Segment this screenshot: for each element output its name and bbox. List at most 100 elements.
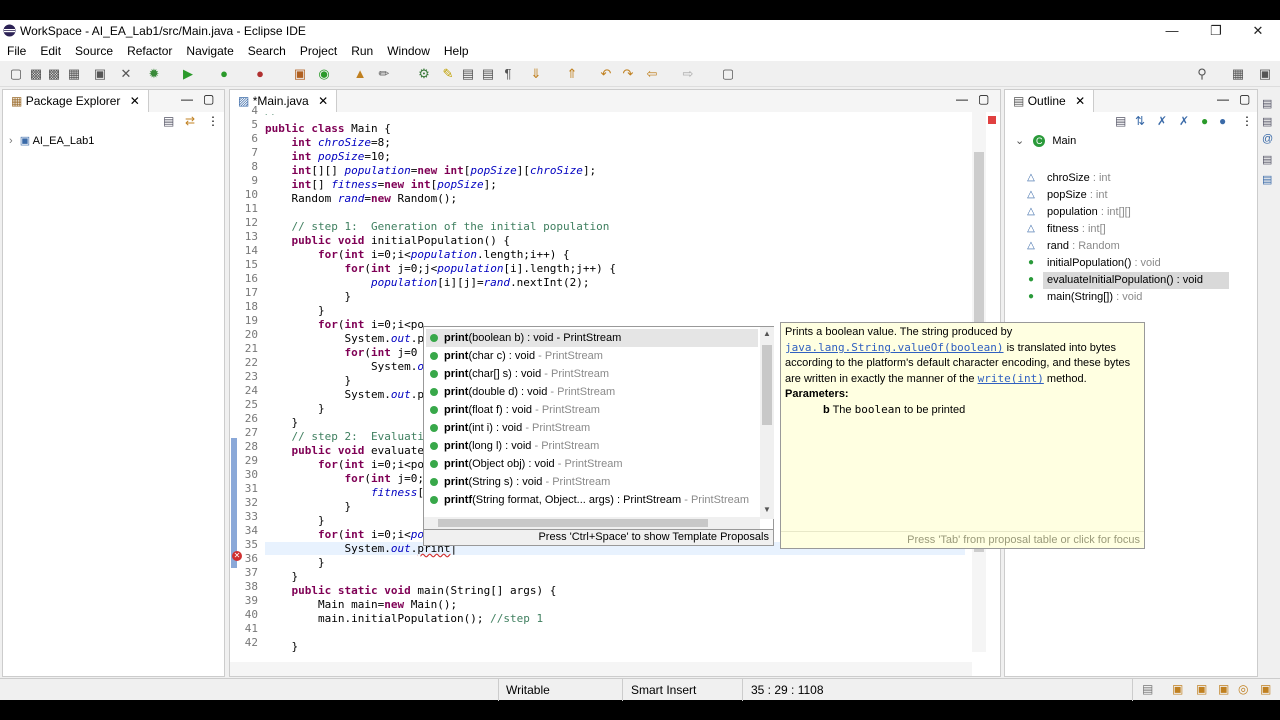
minimize-button[interactable]: — [1150, 20, 1194, 42]
tasks-icon[interactable]: ▤ [1262, 173, 1272, 186]
status-insert-mode[interactable]: Smart Insert [631, 683, 696, 697]
scrollbar-thumb[interactable] [762, 345, 772, 425]
menu-navigate[interactable]: Navigate [179, 42, 240, 58]
proposal-item[interactable]: print(long l) : void - PrintStream [430, 437, 599, 455]
open-perspective-icon[interactable]: ▦ [1230, 66, 1246, 82]
print-icon[interactable]: ▦ [66, 66, 82, 82]
save-icon[interactable]: ▩ [28, 66, 44, 82]
scrollbar-thumb[interactable] [438, 519, 708, 527]
maximize-view-icon[interactable]: ▢ [978, 92, 989, 106]
block-selection-icon[interactable]: ▤ [460, 66, 476, 82]
tab-outline[interactable]: ▤ Outline ✕ [1005, 90, 1095, 112]
proposal-item[interactable]: print(char[] s) : void - PrintStream [430, 365, 609, 383]
outline-class-item[interactable]: ⌄ C Main [1015, 134, 1076, 147]
menu-edit[interactable]: Edit [33, 42, 68, 58]
proposal-item[interactable]: print(int i) : void - PrintStream [430, 419, 590, 437]
error-overview-marker[interactable] [988, 116, 996, 124]
last-edit-icon[interactable]: ↶ [598, 66, 614, 82]
proposal-list[interactable]: print(boolean b) : void - PrintStream pr… [424, 327, 760, 509]
external-tools-icon[interactable]: ● [252, 66, 268, 82]
next-annotation-icon[interactable]: ⇓ [528, 66, 544, 82]
coverage-icon[interactable]: ● [216, 66, 232, 82]
problems-icon[interactable]: ▤ [1262, 97, 1272, 110]
proposal-item[interactable]: print(float f) : void - PrintStream [430, 401, 600, 419]
view-menu-icon[interactable]: ⋮ [1241, 114, 1253, 128]
skip-breakpoints-icon[interactable]: ✕ [118, 66, 134, 82]
javadoc-hover[interactable]: Prints a boolean value. The string produ… [780, 322, 1145, 549]
outline-field-chrosize[interactable]: △ chroSize : int [1027, 170, 1110, 187]
close-icon[interactable]: ✕ [1075, 94, 1085, 108]
run-icon[interactable]: ▶ [180, 66, 196, 82]
terminal-icon[interactable]: ▣ [92, 66, 108, 82]
hide-fields-icon[interactable]: ✗ [1157, 114, 1167, 128]
outline-field-rand[interactable]: △ rand : Random [1027, 238, 1120, 255]
horizontal-scrollbar[interactable] [230, 662, 972, 676]
outline-field-popsize[interactable]: △ popSize : int [1027, 187, 1107, 204]
close-icon[interactable]: ✕ [318, 94, 328, 108]
scroll-up-icon[interactable]: ▲ [763, 329, 771, 338]
menu-run[interactable]: Run [344, 42, 380, 58]
hide-local-types-icon[interactable]: ● [1219, 114, 1226, 128]
folder-icon[interactable]: ▣ [1196, 682, 1207, 696]
menu-help[interactable]: Help [437, 42, 476, 58]
minimize-view-icon[interactable]: — [1217, 92, 1229, 106]
outline-method-main[interactable]: ● main(String[]) : void [1028, 289, 1142, 306]
outline-field-population[interactable]: △ population : int[][] [1027, 204, 1131, 221]
menu-refactor[interactable]: Refactor [120, 42, 179, 58]
collapse-all-icon[interactable]: ▤ [1115, 114, 1126, 128]
view-menu-icon[interactable]: ⋮ [207, 114, 219, 128]
minimize-view-icon[interactable]: — [956, 92, 968, 106]
chevron-down-icon[interactable]: ⌄ [1015, 135, 1024, 147]
collapse-all-icon[interactable]: ▤ [163, 114, 174, 128]
proposal-item[interactable]: print(Object obj) : void - PrintStream [430, 455, 623, 473]
minimize-view-icon[interactable]: — [181, 92, 193, 106]
folder-icon[interactable]: ▣ [1172, 682, 1183, 696]
debug-icon[interactable]: ✹ [146, 66, 162, 82]
close-icon[interactable]: ✕ [130, 94, 140, 108]
word-wrap-icon[interactable]: ▤ [480, 66, 496, 82]
maximize-view-icon[interactable]: ▢ [203, 92, 214, 106]
chevron-right-icon[interactable]: › [9, 135, 13, 147]
last-edit-forward-icon[interactable]: ↷ [620, 66, 636, 82]
new-icon[interactable]: ▢ [8, 66, 24, 82]
forward-icon[interactable]: ⇨ [680, 66, 696, 82]
proposal-item[interactable]: print(char c) : void - PrintStream [430, 347, 603, 365]
proposal-hscrollbar[interactable] [424, 517, 760, 529]
declaration-icon[interactable]: @ [1262, 133, 1273, 145]
hide-nonpublic-icon[interactable]: ● [1201, 114, 1208, 128]
new-class-icon[interactable]: ◉ [316, 66, 332, 82]
back-icon[interactable]: ⇦ [644, 66, 660, 82]
link-editor-icon[interactable]: ⇄ [185, 114, 195, 128]
proposal-item[interactable]: printf(String format, Object... args) : … [430, 491, 749, 509]
new-java-project-icon[interactable]: ▣ [292, 66, 308, 82]
console-icon[interactable]: ▤ [1262, 153, 1272, 166]
hide-static-icon[interactable]: ✗ [1179, 114, 1189, 128]
search-icon[interactable]: ⚲ [1194, 66, 1210, 82]
scroll-down-icon[interactable]: ▼ [763, 505, 771, 514]
proposal-item[interactable]: print(String s) : void - PrintStream [430, 473, 610, 491]
previous-annotation-icon[interactable]: ⇑ [564, 66, 580, 82]
updates-icon[interactable]: ▣ [1260, 682, 1271, 696]
outline-method-initialpopulation[interactable]: ● initialPopulation() : void [1028, 255, 1161, 272]
folder-icon[interactable]: ▣ [1218, 682, 1229, 696]
menu-window[interactable]: Window [380, 42, 437, 58]
outline-field-fitness[interactable]: △ fitness : int[] [1027, 221, 1106, 238]
javadoc-link[interactable]: java.lang.String.valueOf(boolean) [785, 341, 1004, 354]
javadoc-icon[interactable]: ▤ [1262, 115, 1272, 128]
close-window-button[interactable]: ✕ [1236, 20, 1280, 42]
project-tree-item[interactable]: › ▣ AI_EA_Lab1 [9, 134, 94, 147]
save-all-icon[interactable]: ▩ [46, 66, 62, 82]
open-type-icon[interactable]: ▲ [352, 66, 368, 82]
java-perspective-icon[interactable]: ▣ [1257, 66, 1273, 82]
proposal-item[interactable]: print(boolean b) : void - PrintStream [426, 329, 758, 347]
show-whitespace-icon[interactable]: ¶ [500, 66, 516, 82]
help-icon[interactable]: ◎ [1238, 682, 1248, 696]
sort-icon[interactable]: ⇅ [1135, 114, 1145, 128]
proposal-item[interactable]: print(double d) : void - PrintStream [430, 383, 615, 401]
restore-button[interactable]: ❐ [1194, 20, 1238, 42]
mark-occurrences-icon[interactable]: ✎ [440, 66, 456, 82]
outline-method-evaluateinitialpopulation[interactable]: ● evaluateInitialPopulation() : void [1028, 272, 1229, 289]
maximize-view-icon[interactable]: ▢ [1239, 92, 1250, 106]
menu-search[interactable]: Search [241, 42, 293, 58]
tab-package-explorer[interactable]: ▦ Package Explorer ✕ [3, 90, 149, 112]
